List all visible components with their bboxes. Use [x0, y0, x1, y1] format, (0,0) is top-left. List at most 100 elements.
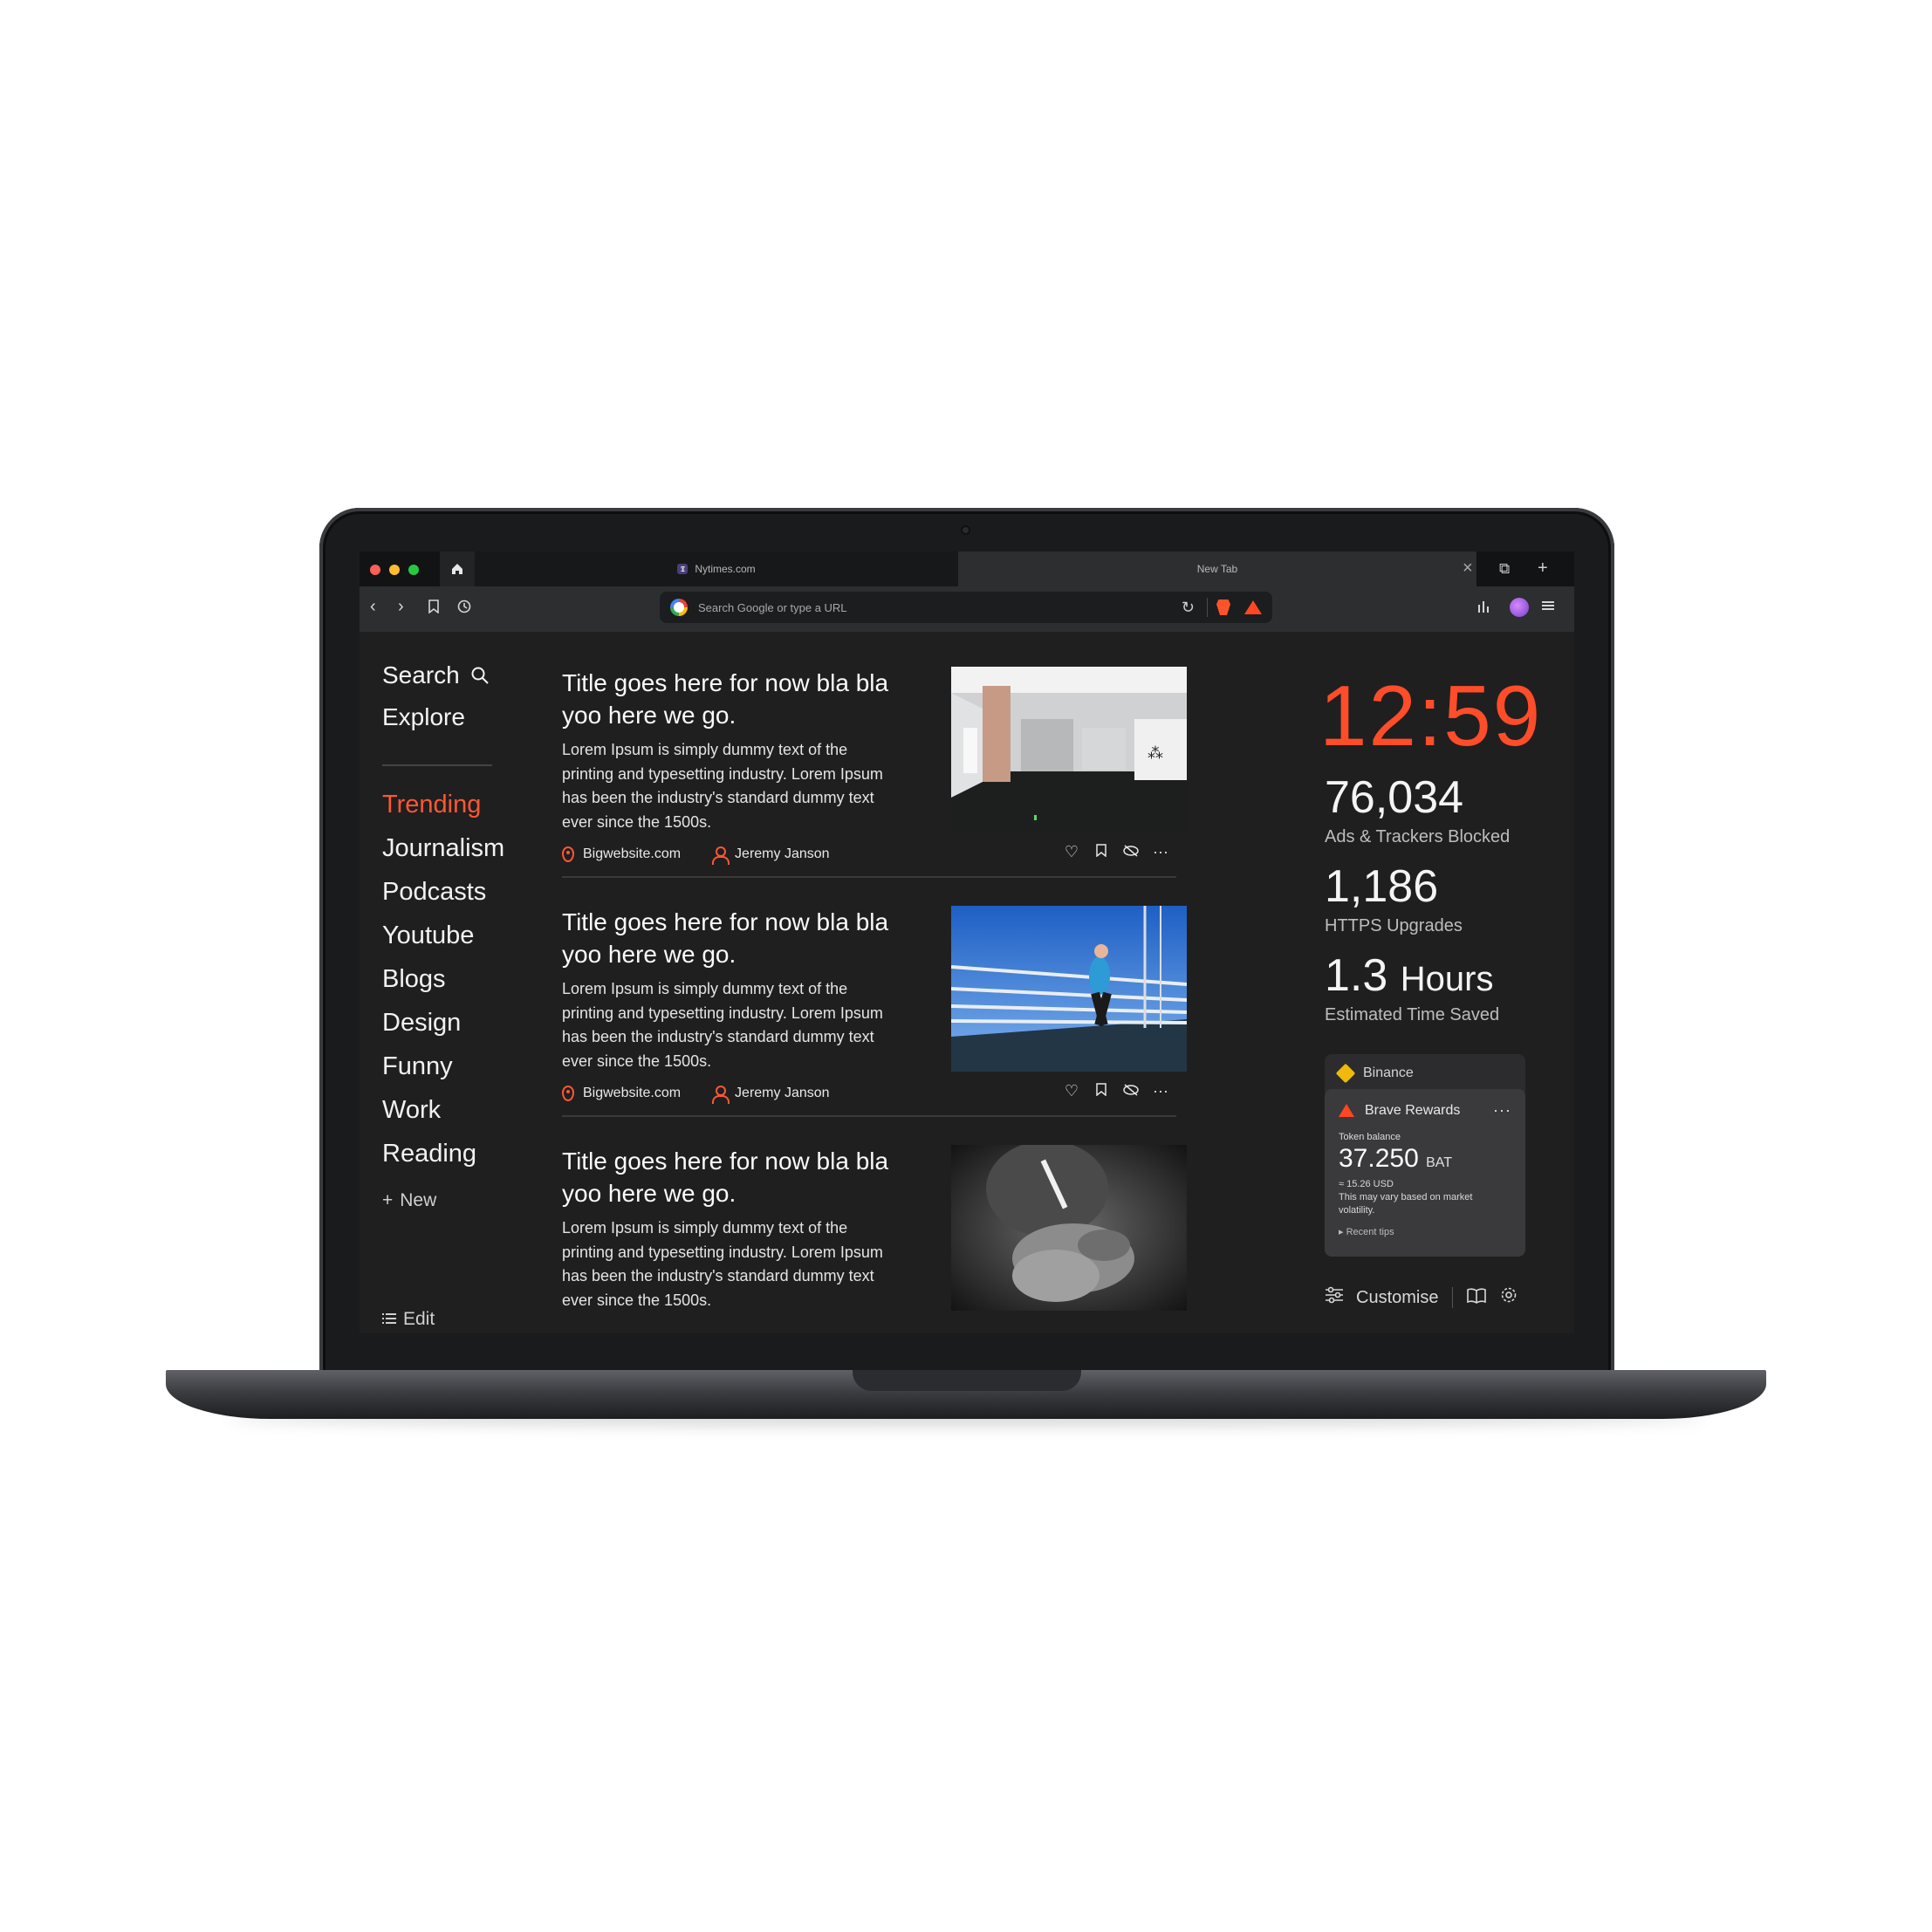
time-saved-value: 1.3 Hours: [1325, 949, 1493, 1002]
binance-widget-tab[interactable]: Binance: [1325, 1054, 1525, 1093]
reload-icon[interactable]: ↻: [1182, 599, 1195, 617]
token-balance-value: 37.250: [1339, 1144, 1419, 1173]
tab-new-tab[interactable]: New Tab: [958, 552, 1476, 586]
new-label: New: [400, 1190, 437, 1210]
article-source[interactable]: Bigwebsite.com: [583, 846, 681, 862]
clock: 12:59: [1319, 668, 1543, 764]
article-meta: Bigwebsite.com Jeremy Janson: [562, 1086, 830, 1104]
binance-label: Binance: [1363, 1065, 1414, 1080]
time-saved-label: Estimated Time Saved: [1325, 1005, 1500, 1024]
url-divider: [1207, 598, 1208, 617]
maximize-window-button[interactable]: [408, 565, 419, 575]
home-button[interactable]: [440, 552, 475, 586]
heart-icon[interactable]: ♡: [1063, 843, 1080, 861]
https-upgrades-label: HTTPS Upgrades: [1325, 916, 1463, 935]
menu-icon[interactable]: [1541, 598, 1555, 618]
article-body: Lorem Ipsum is simply dummy text of the …: [562, 741, 883, 831]
article-author[interactable]: Jeremy Janson: [735, 1086, 830, 1101]
close-tab-icon[interactable]: ×: [1463, 558, 1473, 579]
article-meta: Bigwebsite.com Jeremy Janson: [562, 846, 830, 865]
brave-rewards-icon[interactable]: [1244, 600, 1262, 614]
https-upgrades-count: 1,186: [1325, 861, 1439, 912]
article-card[interactable]: Title goes here for now bla bla yoo here…: [562, 906, 1187, 1145]
gallery-room-photo[interactable]: ⁂: [951, 667, 1187, 832]
hide-icon[interactable]: [1122, 1082, 1140, 1100]
sidebar-item-design[interactable]: Design: [382, 1009, 461, 1038]
token-balance-label: Token balance: [1339, 1132, 1401, 1142]
lighting-cigarette-photo[interactable]: [951, 1145, 1187, 1311]
article-title[interactable]: Title goes here for now bla bla yoo here…: [562, 667, 928, 731]
caret-right-icon: ▸: [1339, 1227, 1344, 1237]
article-card[interactable]: Title goes here for now bla bla yoo here…: [562, 667, 1187, 906]
tab-nytimes[interactable]: 𝕿 Nytimes.com: [475, 552, 958, 586]
history-icon[interactable]: [457, 599, 471, 619]
time-saved-unit: Hours: [1400, 960, 1494, 998]
usd-value: ≈ 15.26 USD: [1339, 1179, 1394, 1189]
bookmark-icon[interactable]: [1093, 843, 1110, 861]
tab-label: Nytimes.com: [695, 563, 756, 575]
sidebar-item-podcasts[interactable]: Podcasts: [382, 878, 486, 907]
recent-tips-label: Recent tips: [1346, 1227, 1394, 1237]
svg-text:⁂: ⁂: [1148, 744, 1163, 762]
article-author[interactable]: Jeremy Janson: [735, 846, 830, 862]
runner-on-bridge-photo[interactable]: [951, 906, 1187, 1072]
location-pin-icon: [562, 846, 574, 862]
minimize-window-button[interactable]: [389, 565, 400, 575]
article-body: Lorem Ipsum is simply dummy text of the …: [562, 1219, 883, 1309]
home-icon: [452, 564, 462, 574]
search-link[interactable]: Search: [382, 661, 490, 689]
url-bar[interactable]: Search Google or type a URL ↻: [660, 592, 1272, 623]
hide-icon[interactable]: [1122, 843, 1140, 861]
sidebar-item-trending[interactable]: Trending: [382, 791, 481, 819]
laptop-base-notch: [853, 1370, 1081, 1391]
bookmark-icon[interactable]: [428, 599, 440, 619]
toolbar: ‹ › Search Google or type a URL ↻: [360, 586, 1574, 632]
tab-switcher-icon[interactable]: ⧉: [1499, 560, 1510, 578]
sidebar-item-reading[interactable]: Reading: [382, 1140, 476, 1168]
token-balance: 37.250 BAT: [1339, 1144, 1511, 1174]
edit-label: Edit: [403, 1309, 435, 1329]
article-title[interactable]: Title goes here for now bla bla yoo here…: [562, 1145, 928, 1209]
ads-blocked-label: Ads & Trackers Blocked: [1325, 827, 1511, 846]
new-tab-icon[interactable]: +: [1538, 558, 1548, 579]
gear-icon[interactable]: [1500, 1286, 1518, 1309]
profile-avatar[interactable]: [1510, 598, 1529, 617]
forward-icon[interactable]: ›: [398, 597, 404, 617]
more-icon[interactable]: ···: [1152, 1082, 1169, 1100]
tab-label: New Tab: [1196, 563, 1238, 575]
sidebar-item-funny[interactable]: Funny: [382, 1052, 453, 1081]
list-icon: [382, 1313, 396, 1324]
back-icon[interactable]: ‹: [370, 597, 376, 617]
brave-rewards-widget: Brave Rewards ··· Token balance 37.250 B…: [1325, 1089, 1525, 1257]
plus-icon: +: [382, 1190, 394, 1210]
sidebar-item-journalism[interactable]: Journalism: [382, 834, 504, 863]
url-placeholder[interactable]: Search Google or type a URL: [698, 601, 1182, 614]
rewards-header: Brave Rewards ···: [1339, 1101, 1511, 1120]
recent-tips-toggle[interactable]: ▸ Recent tips: [1339, 1226, 1511, 1237]
stats-icon[interactable]: [1476, 599, 1490, 619]
customise-button[interactable]: Customise: [1356, 1288, 1438, 1308]
article-actions: ♡ ···: [1063, 843, 1169, 861]
bookmark-icon[interactable]: [1093, 1082, 1110, 1100]
sidebar-item-work[interactable]: Work: [382, 1096, 441, 1125]
sidebar-item-youtube[interactable]: Youtube: [382, 921, 474, 950]
more-icon[interactable]: ···: [1152, 843, 1169, 861]
laptop-camera: [961, 525, 970, 535]
token-currency: BAT: [1426, 1155, 1453, 1170]
more-icon[interactable]: ···: [1493, 1101, 1511, 1120]
article-source[interactable]: Bigwebsite.com: [583, 1086, 681, 1101]
google-icon: [670, 599, 688, 616]
sidebar-item-blogs[interactable]: Blogs: [382, 965, 446, 994]
location-pin-icon: [562, 1086, 574, 1101]
article-card[interactable]: Title goes here for now bla bla yoo here…: [562, 1145, 1187, 1333]
article-title[interactable]: Title goes here for now bla bla yoo here…: [562, 906, 928, 970]
edit-button[interactable]: Edit: [382, 1309, 435, 1330]
search-icon: [471, 667, 489, 684]
brave-shields-icon[interactable]: [1216, 599, 1230, 615]
new-category-button[interactable]: + New: [382, 1190, 436, 1211]
heart-icon[interactable]: ♡: [1063, 1082, 1080, 1100]
binance-icon: [1335, 1063, 1356, 1084]
explore-link[interactable]: Explore: [382, 703, 465, 731]
book-icon[interactable]: [1467, 1286, 1487, 1309]
close-window-button[interactable]: [370, 565, 380, 575]
